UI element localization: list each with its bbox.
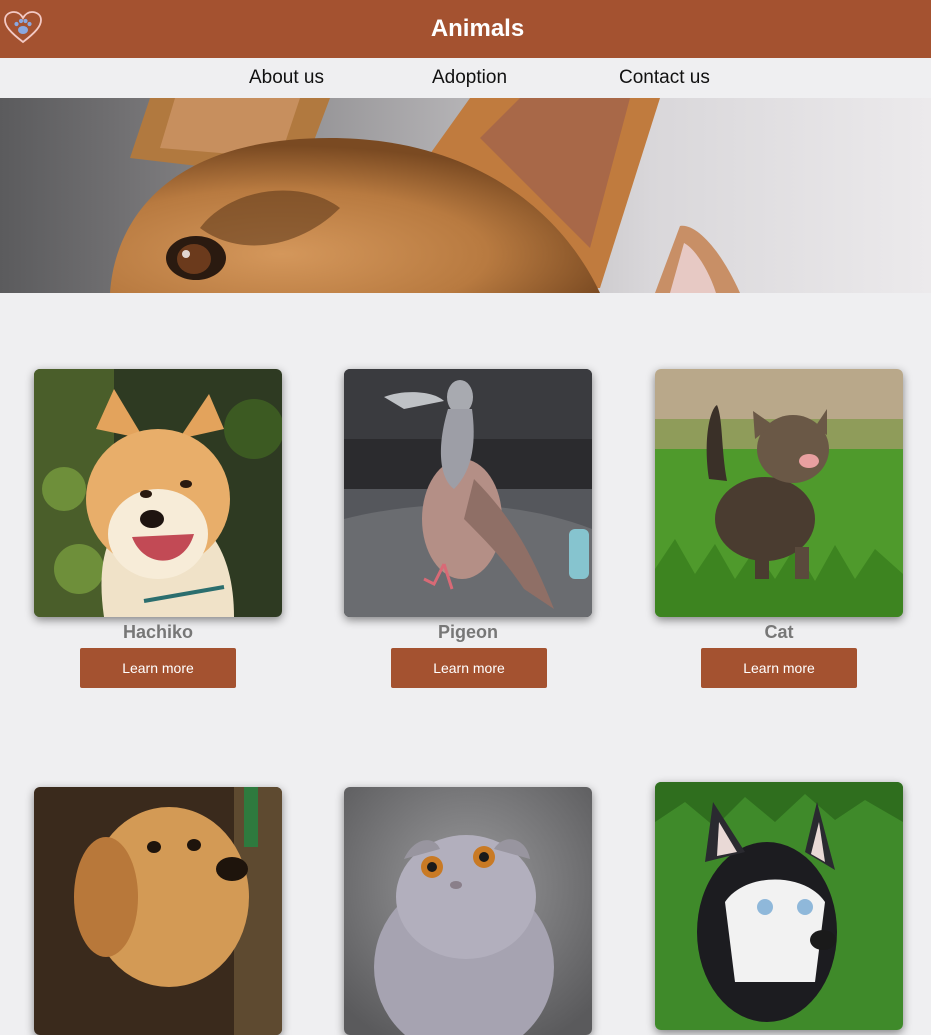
card-image-scottish-fold[interactable] [344,787,592,1035]
nav-adoption[interactable]: Adoption [432,58,507,98]
card-image-pigeon[interactable] [344,369,592,617]
site-header: Animals [0,0,931,58]
card-name-hachiko: Hachiko [122,622,194,642]
nav-about-us[interactable]: About us [249,58,324,98]
nav-contact-us[interactable]: Contact us [619,58,710,98]
card-name-cat: Cat [764,622,794,642]
card-image-husky[interactable] [655,782,903,1030]
card-image-hachiko[interactable] [34,369,282,617]
card-image-cat[interactable] [655,369,903,617]
card-image-golden-retriever[interactable] [34,787,282,1035]
main-nav: About us Adoption Contact us [0,58,931,98]
hero-banner-image [0,98,931,293]
site-title: Animals [430,15,525,42]
learn-more-pigeon-button[interactable]: Learn more [391,648,547,688]
learn-more-hachiko-button[interactable]: Learn more [80,648,236,688]
card-name-pigeon: Pigeon [437,622,498,642]
learn-more-cat-button[interactable]: Learn more [701,648,857,688]
